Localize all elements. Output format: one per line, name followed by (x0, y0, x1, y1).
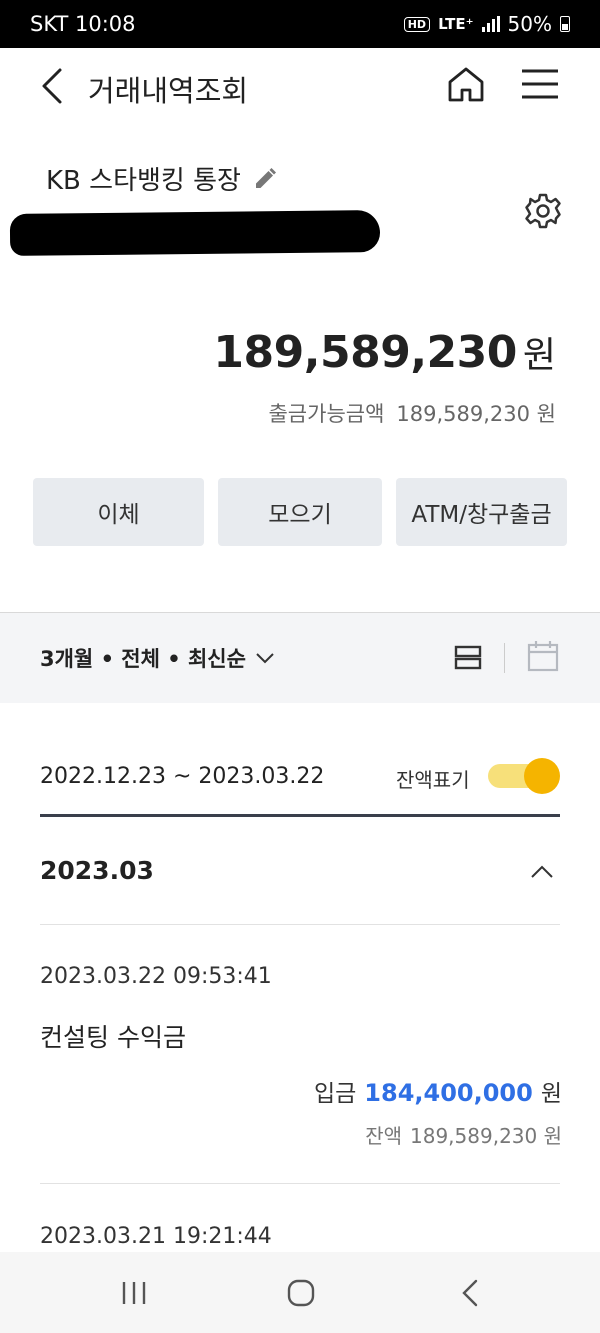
available-amount: 189,589,230 원 (396, 402, 556, 426)
status-indicators: HD LTE⁺ 50% (403, 12, 570, 36)
transaction-type: 입금 (313, 1081, 357, 1107)
menu-button[interactable] (520, 66, 560, 102)
transaction-amount: 입금 184,400,000 원 (314, 1074, 562, 1108)
system-home-button[interactable] (286, 1278, 316, 1308)
account-actions: 이체 모으기 ATM/창구출금 (33, 478, 567, 546)
save-up-button[interactable]: 모으기 (218, 478, 382, 546)
account-number-redacted (9, 210, 381, 256)
list-view-button[interactable] (452, 641, 484, 673)
balance-toggle-label: 잔액표기 (396, 768, 470, 792)
divider (504, 643, 505, 673)
transaction-datetime: 2023.03.22 09:53:41 (40, 964, 272, 989)
page-title: 거래내역조회 (88, 74, 249, 108)
chevron-left-icon (42, 68, 62, 104)
recent-apps-icon (122, 1282, 146, 1304)
settings-button[interactable] (524, 192, 562, 230)
atm-withdrawal-button[interactable]: ATM/창구출금 (396, 478, 567, 546)
account-name-label: KB 스타뱅킹 통장 (46, 166, 241, 196)
divider (40, 814, 560, 817)
list-view-icon (454, 645, 482, 670)
signal-icon (481, 16, 500, 32)
calendar-view-button[interactable] (526, 639, 560, 673)
transaction-description: 컨설팅 수익금 (40, 1023, 186, 1052)
available-label: 출금가능금액 (268, 402, 385, 426)
available-balance: 출금가능금액 189,589,230 원 (268, 398, 556, 428)
battery-percent: 50% (507, 12, 552, 36)
app-header: 거래내역조회 (0, 48, 600, 124)
toggle-knob (524, 758, 560, 794)
filter-summary: 3개월 • 전체 • 최신순 (40, 647, 246, 671)
home-icon (448, 67, 484, 102)
month-header: 2023.03 (40, 856, 154, 885)
battery-icon (560, 16, 570, 32)
date-range: 2022.12.23 ~ 2023.03.22 (40, 764, 325, 789)
carrier-time: SKT 10:08 (30, 12, 136, 36)
transfer-button[interactable]: 이체 (33, 478, 204, 546)
filter-bar: 3개월 • 전체 • 최신순 (0, 613, 600, 703)
status-bar: SKT 10:08 HD LTE⁺ 50% (0, 0, 600, 48)
calendar-icon (527, 641, 559, 672)
transaction-amount-unit: 원 (540, 1081, 562, 1107)
network-type: LTE⁺ (438, 15, 474, 33)
account-name[interactable]: KB 스타뱅킹 통장 (46, 160, 277, 197)
transaction-datetime: 2023.03.21 19:21:44 (40, 1224, 272, 1249)
filter-dropdown[interactable]: 3개월 • 전체 • 최신순 (40, 643, 276, 673)
balance-display: 189,589,230 원 (213, 326, 556, 378)
divider (40, 924, 560, 925)
home-circle-icon (287, 1279, 315, 1307)
balance-unit: 원 (522, 335, 556, 376)
system-nav-bar (0, 1252, 600, 1333)
chevron-up-icon[interactable] (528, 858, 556, 886)
transaction-amount-value: 184,400,000 (364, 1079, 533, 1107)
pencil-icon[interactable] (253, 167, 277, 191)
recent-apps-button[interactable] (120, 1280, 148, 1306)
hd-voice-badge: HD (403, 16, 431, 32)
balance-amount: 189,589,230 (213, 327, 517, 378)
transaction-balance-value: 189,589,230 원 (410, 1124, 562, 1148)
divider (40, 1183, 560, 1184)
transaction-balance-label: 잔액 (365, 1124, 402, 1148)
home-button[interactable] (446, 64, 486, 104)
system-back-button[interactable] (458, 1278, 482, 1308)
gear-icon (525, 193, 561, 229)
back-button[interactable] (36, 66, 72, 106)
balance-toggle[interactable] (488, 758, 560, 794)
hamburger-menu-icon (522, 69, 558, 99)
transaction-balance: 잔액 189,589,230 원 (365, 1120, 562, 1149)
chevron-down-icon (256, 653, 274, 664)
back-arrow-icon (462, 1279, 478, 1307)
